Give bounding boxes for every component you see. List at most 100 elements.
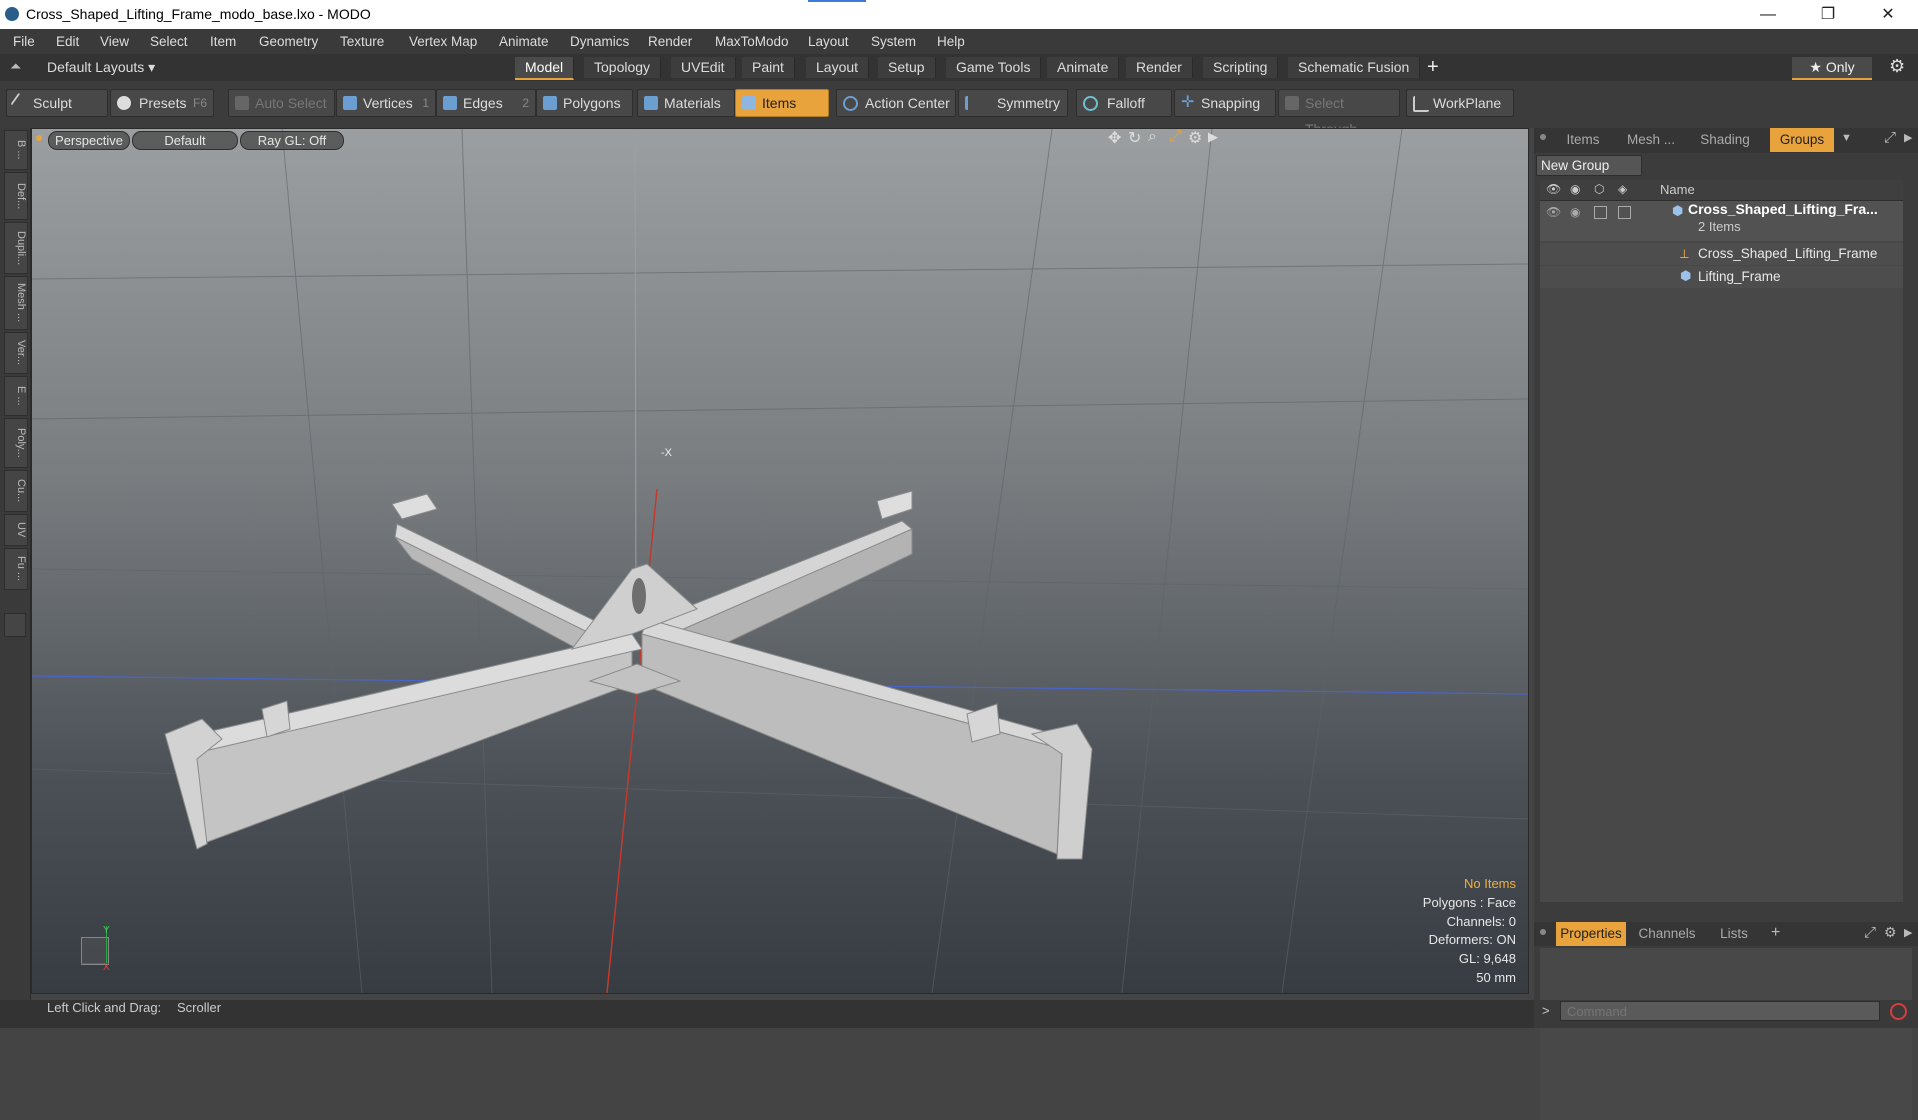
tab-game-tools[interactable]: Game Tools xyxy=(946,57,1042,78)
list-item[interactable]: ⟂ Cross_Shaped_Lifting_Frame xyxy=(1540,243,1903,265)
add-panel-tab-button[interactable]: + xyxy=(1771,924,1780,942)
menu-file[interactable]: File xyxy=(13,34,35,49)
tab-render[interactable]: Render xyxy=(1126,57,1193,78)
pan-view-icon[interactable]: ✥ xyxy=(1108,129,1121,148)
action-center-button[interactable]: Action Center xyxy=(836,89,956,117)
menu-edit[interactable]: Edit xyxy=(56,34,79,49)
group-select-checkbox[interactable] xyxy=(1618,206,1631,219)
properties-expand-icon[interactable]: ⤢ xyxy=(1864,924,1876,941)
menu-layout[interactable]: Layout xyxy=(808,34,849,49)
new-group-button[interactable]: New Group xyxy=(1536,155,1642,176)
minimize-button[interactable]: — xyxy=(1740,0,1796,29)
left-tab-deform[interactable]: Def... xyxy=(4,172,28,220)
view-mode-dropdown[interactable]: Perspective xyxy=(48,131,130,150)
properties-options-icon[interactable] xyxy=(1540,929,1546,935)
menu-render[interactable]: Render xyxy=(648,34,692,49)
left-tab-duplicate[interactable]: Dupli... xyxy=(4,222,28,274)
left-tab-polygon[interactable]: Poly... xyxy=(4,418,28,468)
menu-vertex-map[interactable]: Vertex Map xyxy=(409,34,477,49)
tab-schematic-fusion[interactable]: Schematic Fusion xyxy=(1288,57,1421,78)
auto-select-button[interactable]: Auto Select xyxy=(228,89,335,117)
group-name[interactable]: Cross_Shaped_Lifting_Fra... xyxy=(1688,201,1878,217)
tab-lists[interactable]: Lists xyxy=(1706,922,1762,946)
render-icon[interactable]: ◉ xyxy=(1570,182,1580,196)
menu-dynamics[interactable]: Dynamics xyxy=(570,34,629,49)
lock-icon[interactable]: ⬡ xyxy=(1594,182,1604,196)
left-tab-mesh[interactable]: Mesh ... xyxy=(4,276,28,330)
layout-expand-icon[interactable]: ⏶ xyxy=(10,58,21,75)
record-macro-icon[interactable] xyxy=(1890,1003,1907,1020)
menu-item[interactable]: Item xyxy=(210,34,236,49)
select-through-button[interactable]: Select Through xyxy=(1278,89,1400,137)
group-render-icon[interactable]: ◉ xyxy=(1570,205,1580,219)
add-tab-button[interactable]: + xyxy=(1427,56,1439,79)
left-tab-uv[interactable]: UV xyxy=(4,514,28,546)
child-item-name[interactable]: Lifting_Frame xyxy=(1698,269,1781,284)
snapping-button[interactable]: ✛ Snapping xyxy=(1174,89,1276,117)
tab-animate[interactable]: Animate xyxy=(1047,57,1120,78)
items-button[interactable]: Items xyxy=(735,89,829,117)
left-tab-fusion[interactable]: Fu ... xyxy=(4,548,28,590)
tab-dropdown-icon[interactable]: ▼ xyxy=(1841,132,1852,144)
fit-view-icon[interactable]: ⤢ xyxy=(1169,129,1182,146)
sculpt-button[interactable]: Sculpt xyxy=(6,89,108,117)
menu-geometry[interactable]: Geometry xyxy=(259,34,318,49)
tab-groups[interactable]: Groups xyxy=(1770,128,1834,152)
left-tab-edge[interactable]: E ... xyxy=(4,376,28,416)
default-layouts-dropdown[interactable]: Default Layouts ▾ xyxy=(47,59,155,76)
tab-scripting[interactable]: Scripting xyxy=(1203,57,1279,78)
tab-properties[interactable]: Properties xyxy=(1556,922,1626,946)
3d-viewport[interactable]: Perspective Default Ray GL: Off ✥ ↻ ⌕ ⤢ … xyxy=(31,128,1529,994)
materials-button[interactable]: Materials xyxy=(637,89,735,117)
tab-shading[interactable]: Shading xyxy=(1690,128,1760,152)
menu-texture[interactable]: Texture xyxy=(340,34,384,49)
group-row[interactable]: 👁 ◉ ⬢ Cross_Shaped_Lifting_Fra... 2 Item… xyxy=(1540,201,1903,241)
tab-layout[interactable]: Layout xyxy=(806,57,870,78)
falloff-button[interactable]: Falloff xyxy=(1076,89,1172,117)
vertices-button[interactable]: Vertices 1 xyxy=(336,89,436,117)
group-visibility-icon[interactable]: 👁 xyxy=(1546,205,1561,219)
left-tab-vertex[interactable]: Ver... xyxy=(4,332,28,374)
child-item-name[interactable]: Cross_Shaped_Lifting_Frame xyxy=(1698,246,1877,261)
tab-topology[interactable]: Topology xyxy=(584,57,662,78)
tab-setup[interactable]: Setup xyxy=(878,57,936,78)
properties-more-icon[interactable]: ▶ xyxy=(1904,926,1912,939)
zoom-view-icon[interactable]: ⌕ xyxy=(1148,129,1157,146)
panel-expand-icon[interactable]: ⤢ xyxy=(1884,129,1896,146)
select-icon[interactable]: ◈ xyxy=(1618,182,1627,196)
presets-button[interactable]: Presets F6 xyxy=(110,89,214,117)
viewport-more-icon[interactable]: ▶ xyxy=(1208,129,1218,145)
workplane-button[interactable]: WorkPlane xyxy=(1406,89,1514,117)
panel-options-icon[interactable] xyxy=(1540,134,1546,140)
edges-button[interactable]: Edges 2 xyxy=(436,89,536,117)
tab-channels[interactable]: Channels xyxy=(1632,922,1702,946)
close-button[interactable]: ✕ xyxy=(1860,0,1916,29)
left-tab-curve[interactable]: Cu... xyxy=(4,470,28,512)
menu-animate[interactable]: Animate xyxy=(499,34,549,49)
panel-more-icon[interactable]: ▶ xyxy=(1904,131,1912,144)
symmetry-button[interactable]: Symmetry xyxy=(958,89,1068,117)
viewport-settings-icon[interactable]: ⚙ xyxy=(1188,129,1202,148)
menu-view[interactable]: View xyxy=(100,34,129,49)
tab-model[interactable]: Model xyxy=(515,57,575,80)
menu-select[interactable]: Select xyxy=(150,34,188,49)
group-lock-checkbox[interactable] xyxy=(1594,206,1607,219)
only-toggle[interactable]: ★ Only xyxy=(1792,57,1872,80)
polygons-button[interactable]: Polygons xyxy=(536,89,633,117)
viewport-options-icon[interactable] xyxy=(36,135,42,141)
shading-dropdown[interactable]: Default xyxy=(132,131,238,150)
tab-mesh[interactable]: Mesh ... xyxy=(1616,128,1686,152)
raygl-toggle[interactable]: Ray GL: Off xyxy=(240,131,344,150)
visibility-eye-icon[interactable]: 👁 xyxy=(1546,182,1561,196)
list-item[interactable]: ⬢ Lifting_Frame xyxy=(1540,266,1903,288)
gear-icon[interactable]: ⚙ xyxy=(1889,56,1905,77)
column-name[interactable]: Name xyxy=(1660,182,1695,197)
command-input[interactable] xyxy=(1560,1001,1880,1021)
tab-uvedit[interactable]: UVEdit xyxy=(671,57,736,78)
maximize-button[interactable]: ❐ xyxy=(1800,0,1856,29)
menu-help[interactable]: Help xyxy=(937,34,965,49)
rotate-view-icon[interactable]: ↻ xyxy=(1128,129,1141,148)
left-tab-basic[interactable]: B ... xyxy=(4,130,28,170)
left-strip-toggle[interactable] xyxy=(4,613,26,637)
tab-items[interactable]: Items xyxy=(1554,128,1612,152)
